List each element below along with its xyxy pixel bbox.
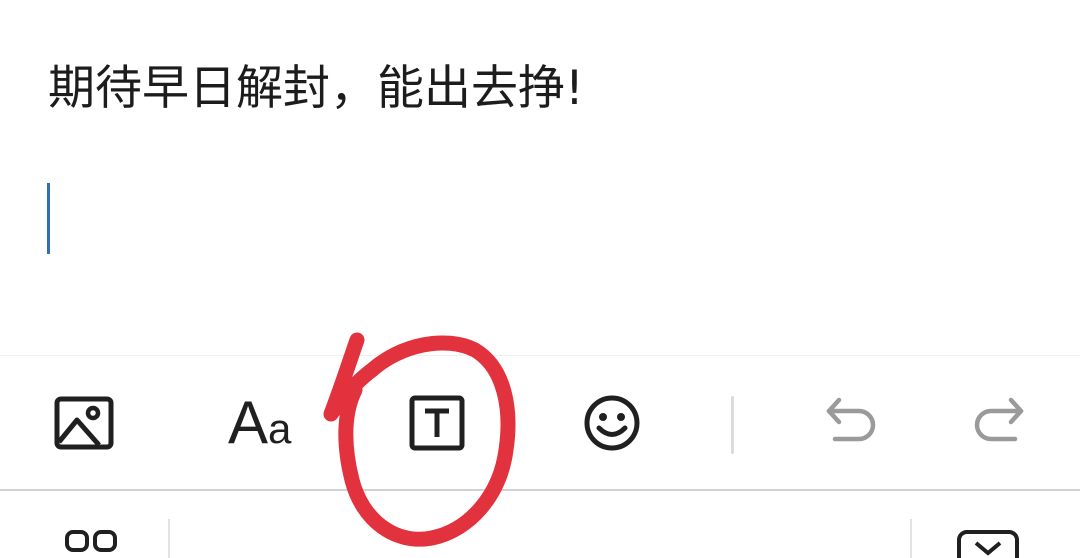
note-editor-screen: 期待早日解封，能出去挣! Aa bbox=[0, 0, 1080, 558]
redo-button[interactable] bbox=[966, 390, 1032, 456]
font-icon-uppercase: A bbox=[228, 389, 269, 456]
toolbar-divider bbox=[731, 396, 734, 454]
keyboard-suggestion-bar bbox=[0, 491, 1080, 558]
formatting-toolbar: Aa bbox=[0, 355, 1080, 490]
text-box-button[interactable] bbox=[404, 390, 470, 456]
keyboard-layout-button[interactable] bbox=[64, 529, 120, 557]
editor-area[interactable]: 期待早日解封，能出去挣! bbox=[0, 0, 1080, 355]
redo-icon bbox=[974, 397, 1024, 442]
keyboard-dismiss-icon bbox=[957, 530, 1019, 558]
keyboard-dismiss-button[interactable] bbox=[956, 529, 1020, 558]
keyboard-layout-icon bbox=[65, 530, 117, 552]
text-caret bbox=[47, 183, 50, 254]
undo-button[interactable] bbox=[818, 390, 884, 456]
undo-icon bbox=[826, 397, 876, 442]
editor-text-line[interactable]: 期待早日解封，能出去挣! bbox=[48, 58, 584, 120]
font-style-button[interactable]: Aa bbox=[228, 388, 291, 458]
insert-image-button[interactable] bbox=[51, 390, 117, 456]
suggestion-separator-left bbox=[168, 519, 170, 558]
suggestion-separator-right bbox=[910, 519, 912, 558]
text-box-icon bbox=[409, 395, 465, 451]
image-icon bbox=[54, 396, 114, 450]
emoji-icon bbox=[584, 395, 640, 451]
emoji-button[interactable] bbox=[579, 390, 645, 456]
font-icon-lowercase: a bbox=[268, 405, 292, 452]
